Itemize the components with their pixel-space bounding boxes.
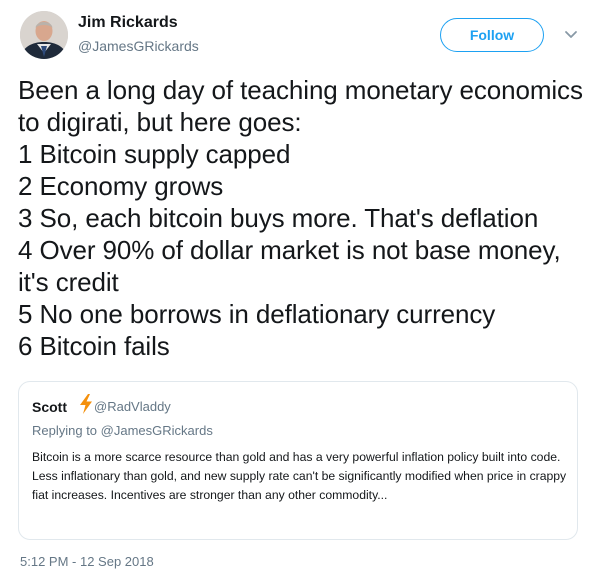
tweet: Jim Rickards @JamesGRickards Follow Been… xyxy=(0,0,590,581)
quoted-tweet-text: Bitcoin is a more scarce resource than g… xyxy=(32,450,567,502)
author-handle[interactable]: @JamesGRickards xyxy=(78,38,199,54)
replying-mention[interactable]: @JamesGRickards xyxy=(101,423,213,438)
lightning-bolt-icon xyxy=(79,394,93,414)
replying-prefix: Replying to xyxy=(32,423,98,438)
avatar-photo xyxy=(20,11,68,59)
replying-to: Replying to @JamesGRickards xyxy=(32,423,213,438)
avatar[interactable] xyxy=(20,11,68,59)
quoted-tweet[interactable]: Scott @RadVladdy Replying to @JamesGRick… xyxy=(18,381,578,540)
quoted-author-handle: @RadVladdy xyxy=(94,399,171,414)
quoted-author-name: Scott xyxy=(32,399,67,415)
tweet-timestamp[interactable]: 5:12 PM - 12 Sep 2018 xyxy=(20,554,154,569)
chevron-down-icon[interactable] xyxy=(561,24,581,44)
follow-button[interactable]: Follow xyxy=(440,18,544,52)
tweet-text: Been a long day of teaching monetary eco… xyxy=(18,75,583,361)
author-name[interactable]: Jim Rickards xyxy=(78,14,178,32)
